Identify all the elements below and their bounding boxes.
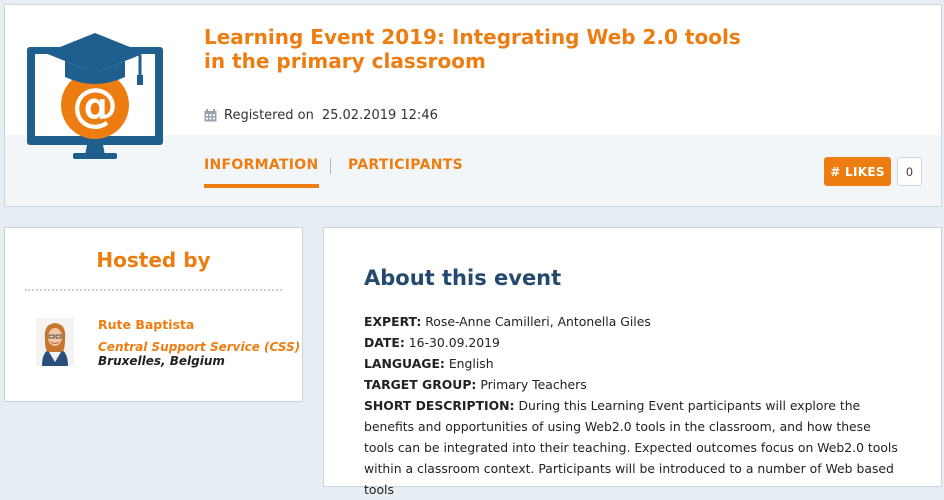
- host-location: Bruxelles, Belgium: [98, 354, 225, 368]
- hosted-by-title: Hosted by: [96, 248, 211, 272]
- detail-expert: EXPERT: Rose-Anne Camilleri, Antonella G…: [364, 311, 904, 332]
- tab-divider: [330, 158, 331, 174]
- detail-value: 16-30.09.2019: [408, 335, 500, 350]
- detail-target-group: TARGET GROUP: Primary Teachers: [364, 374, 904, 395]
- detail-value: Rose-Anne Camilleri, Antonella Giles: [425, 314, 651, 329]
- hosted-divider: [25, 289, 282, 291]
- calendar-icon: [204, 109, 217, 122]
- registered-label: Registered on: [224, 108, 314, 123]
- registration-info: Registered on 25.02.2019 12:46: [204, 108, 438, 123]
- event-logo-icon: @: [27, 33, 163, 159]
- detail-value: English: [448, 356, 494, 371]
- tab-information[interactable]: INFORMATION: [204, 157, 319, 188]
- detail-label: DATE:: [364, 335, 405, 350]
- detail-label: SHORT DESCRIPTION:: [364, 398, 515, 413]
- about-details: EXPERT: Rose-Anne Camilleri, Antonella G…: [364, 311, 904, 500]
- event-header-card: @ Learning Event 2019: Integrating Web 2…: [4, 4, 942, 207]
- detail-label: LANGUAGE:: [364, 356, 445, 371]
- host-avatar[interactable]: [36, 318, 74, 366]
- about-event-card: About this event EXPERT: Rose-Anne Camil…: [323, 227, 942, 497]
- likes-count: 0: [897, 157, 922, 186]
- likes-button[interactable]: # LIKES: [824, 157, 891, 186]
- about-title: About this event: [364, 266, 562, 290]
- hosted-by-card: Hosted by Rute Baptista Central Support …: [4, 227, 303, 402]
- tab-participants[interactable]: PARTICIPANTS: [348, 157, 463, 173]
- detail-date: DATE: 16-30.09.2019: [364, 332, 904, 353]
- host-name[interactable]: Rute Baptista: [98, 317, 194, 332]
- detail-short-description: SHORT DESCRIPTION: During this Learning …: [364, 395, 904, 500]
- detail-label: TARGET GROUP:: [364, 377, 477, 392]
- svg-text:@: @: [72, 78, 118, 132]
- registered-date: 25.02.2019 12:46: [321, 108, 438, 123]
- host-organisation: Central Support Service (CSS): [98, 340, 301, 354]
- detail-label: EXPERT:: [364, 314, 422, 329]
- detail-value: Primary Teachers: [480, 377, 587, 392]
- detail-language: LANGUAGE: English: [364, 353, 904, 374]
- event-title: Learning Event 2019: Integrating Web 2.0…: [204, 25, 741, 73]
